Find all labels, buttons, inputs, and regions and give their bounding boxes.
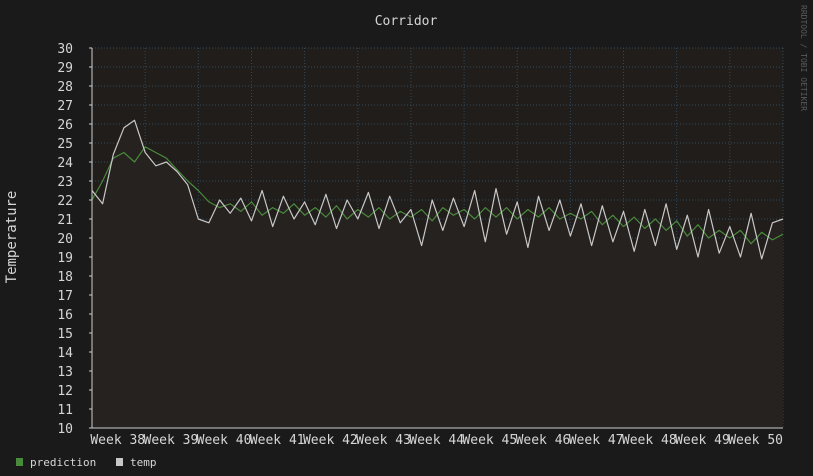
- y-tick-label: 17: [57, 289, 73, 304]
- y-tick-label: 18: [57, 270, 73, 285]
- x-tick-label: Week 41: [250, 433, 305, 448]
- x-tick-label: Week 44: [409, 433, 464, 448]
- y-tick-label: 26: [57, 118, 73, 133]
- x-tick-label: Week 39: [144, 433, 199, 448]
- x-tick-label: Week 38: [90, 433, 145, 448]
- y-tick-label: 22: [57, 194, 73, 209]
- y-tick-label: 29: [57, 61, 73, 76]
- y-tick-label: 23: [57, 175, 73, 190]
- y-tick-label: 11: [57, 403, 73, 418]
- y-tick-label: 25: [57, 137, 73, 152]
- y-tick-label: 12: [57, 384, 73, 399]
- x-tick-label: Week 42: [303, 433, 358, 448]
- x-tick-label: Week 49: [675, 433, 730, 448]
- chart-title: Corridor: [375, 14, 438, 29]
- x-tick-label: Week 50: [728, 433, 783, 448]
- x-tick-label: Week 45: [462, 433, 517, 448]
- y-tick-label: 30: [57, 42, 73, 57]
- x-tick-label: Week 43: [356, 433, 411, 448]
- y-tick-label: 21: [57, 213, 73, 228]
- legend-label-prediction: prediction: [30, 456, 96, 469]
- x-tick-label: Week 48: [622, 433, 677, 448]
- watermark: RRDTOOL / TOBI OETIKER: [799, 5, 808, 111]
- y-axis-label: Temperature: [4, 191, 20, 284]
- legend: prediction temp: [16, 456, 157, 469]
- y-tick-label: 19: [57, 251, 73, 266]
- y-tick-label: 16: [57, 308, 73, 323]
- x-tick-label: Week 47: [569, 433, 624, 448]
- legend-label-temp: temp: [130, 456, 157, 469]
- y-tick-label: 15: [57, 327, 73, 342]
- x-tick-labels: Week 38Week 39Week 40Week 41Week 42Week …: [90, 433, 783, 448]
- x-tick-label: Week 46: [516, 433, 571, 448]
- y-tick-label: 14: [57, 346, 73, 361]
- chart: Corridor RRDTOOL / TOBI OETIKER Temperat…: [0, 0, 813, 476]
- legend-swatch-prediction: [16, 458, 23, 466]
- legend-swatch-temp: [116, 458, 123, 466]
- y-tick-label: 24: [57, 156, 73, 171]
- y-tick-labels: 10 11 12 13 14 15 16 17 18 19 20 21 22 23 24 25 26 27 28 29…: [57, 42, 73, 437]
- y-tick-label: 20: [57, 232, 73, 247]
- x-tick-label: Week 40: [197, 433, 252, 448]
- y-tick-label: 13: [57, 365, 73, 380]
- y-tick-label: 27: [57, 99, 73, 114]
- y-tick-label: 28: [57, 80, 73, 95]
- y-tick-label: 10: [57, 422, 73, 437]
